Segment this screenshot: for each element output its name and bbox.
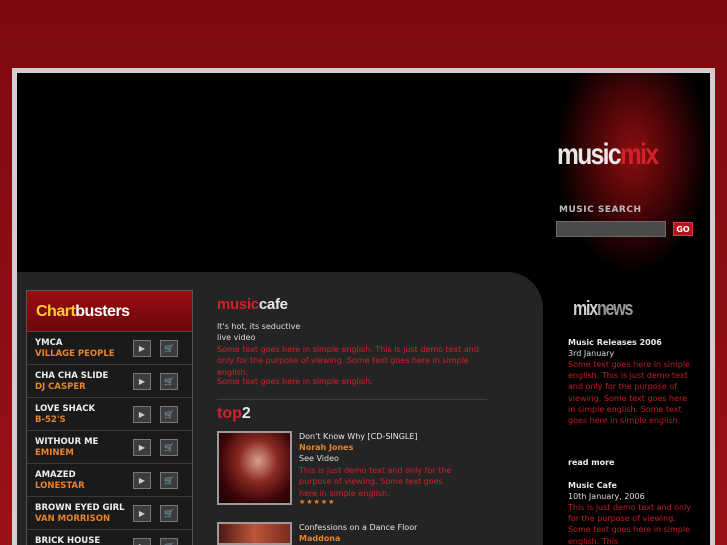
chart-row: YMCA VILLAGE PEOPLE ▶ 🛒 — [27, 332, 192, 365]
chartbusters-title-part2: busters — [75, 303, 130, 320]
mixnews-title-part1: mix — [573, 298, 598, 320]
logo-word-mix: mix — [619, 138, 659, 171]
play-icon[interactable]: ▶ — [133, 538, 151, 545]
musiccafe-video-link[interactable]: live video — [217, 333, 256, 342]
search-input[interactable] — [556, 221, 666, 237]
news-text: This is just demo text and only for the … — [568, 503, 692, 545]
search-go-button[interactable]: GO — [673, 222, 693, 236]
chartbusters-panel: Chartbusters YMCA VILLAGE PEOPLE ▶ 🛒 CHA… — [26, 290, 193, 545]
play-icon[interactable]: ▶ — [133, 439, 151, 456]
chart-row: CHA CHA SLIDE DJ CASPER ▶ 🛒 — [27, 365, 192, 398]
cart-icon[interactable]: 🛒 — [160, 373, 178, 390]
news-text: Some text goes here in simple english. T… — [568, 360, 690, 426]
read-more-link[interactable]: read more — [568, 458, 614, 467]
musiccafe-title-part1: music — [217, 296, 259, 313]
news-date: 3rd January — [568, 349, 615, 358]
cart-icon[interactable]: 🛒 — [160, 538, 178, 545]
top2-title-part2: 2 — [241, 405, 251, 422]
play-icon[interactable]: ▶ — [133, 340, 151, 357]
section-divider — [217, 399, 487, 400]
chart-row: BROWN EYED GIRL VAN MORRISON ▶ 🛒 — [27, 497, 192, 530]
musiccafe-paragraph: Some text goes here in simple english. T… — [217, 345, 479, 377]
chartbusters-title-part1: Chart — [36, 303, 76, 320]
logo-word-music: music — [557, 138, 622, 171]
play-icon[interactable]: ▶ — [133, 406, 151, 423]
musiccafe-title: musiccafe — [217, 296, 288, 313]
mixnews-title: mixnews — [573, 298, 633, 321]
chart-row: BRICK HOUSE ▶ 🛒 — [27, 530, 192, 545]
top2-item-artist[interactable]: Norah Jones — [299, 443, 353, 452]
news-heading[interactable]: Music Releases 2006 — [568, 338, 662, 347]
news-date: 10th January, 2006 — [568, 492, 645, 501]
header-banner — [17, 73, 555, 272]
top2-item-description: This is just demo text and only for the … — [299, 466, 452, 498]
album-cover-image[interactable] — [217, 522, 292, 545]
musiccafe-tagline: It's hot, its seductive — [217, 322, 301, 331]
see-video-link[interactable]: See Video — [299, 454, 339, 463]
play-icon[interactable]: ▶ — [133, 505, 151, 522]
cart-icon[interactable]: 🛒 — [160, 439, 178, 456]
play-icon[interactable]: ▶ — [133, 373, 151, 390]
rating-stars: ★★★★★ — [299, 498, 336, 506]
album-cover-image[interactable] — [217, 431, 292, 505]
search-label: MUSIC SEARCH — [559, 205, 642, 215]
chart-row: AMAZED LONESTAR ▶ 🛒 — [27, 464, 192, 497]
cart-icon[interactable]: 🛒 — [160, 505, 178, 522]
cart-icon[interactable]: 🛒 — [160, 472, 178, 489]
chart-row: WITHOUR ME EMINEM ▶ 🛒 — [27, 431, 192, 464]
cart-icon[interactable]: 🛒 — [160, 340, 178, 357]
top2-title-part1: top — [217, 405, 242, 422]
musiccafe-paragraph-2: Some text goes here in simple english. — [217, 377, 373, 386]
play-icon[interactable]: ▶ — [133, 472, 151, 489]
chart-row: LOVE SHACK B-52'S ▶ 🛒 — [27, 398, 192, 431]
site-logo[interactable]: musicmix — [557, 135, 659, 175]
musiccafe-title-part2: cafe — [258, 296, 288, 313]
mixnews-title-part2: news — [596, 298, 633, 320]
news-heading[interactable]: Music Cafe — [568, 481, 617, 490]
top2-item-title[interactable]: Don't Know Why [CD-SINGLE] — [299, 432, 418, 441]
chartbusters-title: Chartbusters — [27, 291, 192, 332]
top2-item-artist[interactable]: Maddona — [299, 534, 340, 543]
top2-item-title[interactable]: Confessions on a Dance Floor — [299, 523, 417, 532]
top2-title: top2 — [217, 405, 251, 423]
cart-icon[interactable]: 🛒 — [160, 406, 178, 423]
